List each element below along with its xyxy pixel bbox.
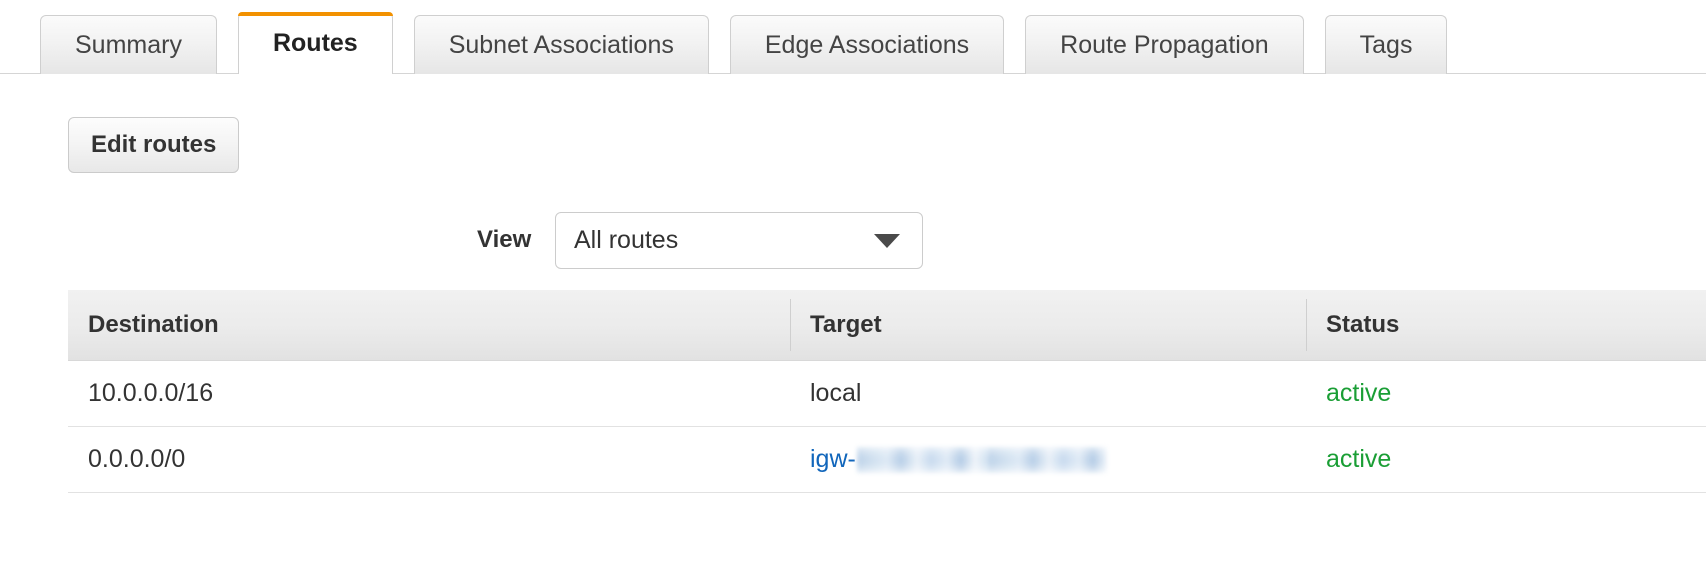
tab-tags[interactable]: Tags xyxy=(1324,15,1448,74)
tab-edge-associations-label: Edge Associations xyxy=(764,30,970,59)
cell-destination: 0.0.0.0/0 xyxy=(88,445,186,473)
view-filter-row: View All routes xyxy=(0,212,1706,272)
tab-summary[interactable]: Summary xyxy=(40,15,217,74)
tab-subnet-associations-label: Subnet Associations xyxy=(448,30,674,59)
tab-summary-label: Summary xyxy=(75,30,182,59)
table-row[interactable]: 10.0.0.0/16 local active xyxy=(68,361,1706,427)
tab-route-propagation-label: Route Propagation xyxy=(1060,30,1269,59)
column-header-destination[interactable]: Destination xyxy=(68,290,790,360)
tab-routes[interactable]: Routes xyxy=(237,12,393,76)
tab-route-propagation[interactable]: Route Propagation xyxy=(1025,15,1304,74)
tab-subnet-associations[interactable]: Subnet Associations xyxy=(413,15,709,74)
view-select-value: All routes xyxy=(574,226,679,254)
cell-target-text: local xyxy=(810,379,862,407)
cell-status: active xyxy=(1326,379,1392,407)
tab-edge-associations[interactable]: Edge Associations xyxy=(729,15,1005,74)
view-label: View xyxy=(477,226,532,253)
column-header-status[interactable]: Status xyxy=(1306,290,1706,360)
chevron-down-icon xyxy=(874,233,900,248)
cell-target: local xyxy=(790,361,1306,426)
view-select[interactable]: All routes xyxy=(555,212,923,269)
cell-destination: 10.0.0.0/16 xyxy=(88,379,214,407)
tab-bar: Summary Routes Subnet Associations Edge … xyxy=(0,0,1706,76)
routes-table: Destination Target Status 10.0.0.0/16 lo… xyxy=(68,290,1706,493)
internet-gateway-link[interactable]: igw- xyxy=(810,445,856,474)
column-header-target[interactable]: Target xyxy=(790,290,1306,360)
tab-routes-label: Routes xyxy=(272,28,358,57)
cell-status: active xyxy=(1326,445,1392,473)
tab-list: Summary Routes Subnet Associations Edge … xyxy=(40,12,1448,76)
redacted-target-id xyxy=(856,446,1107,473)
table-header-row: Destination Target Status xyxy=(68,290,1706,361)
cell-target: igw- xyxy=(790,427,1306,492)
edit-routes-button[interactable]: Edit routes xyxy=(68,117,240,173)
table-row[interactable]: 0.0.0.0/0 igw- active xyxy=(68,427,1706,493)
edit-routes-button-label: Edit routes xyxy=(91,131,217,158)
tab-tags-label: Tags xyxy=(1359,30,1413,59)
